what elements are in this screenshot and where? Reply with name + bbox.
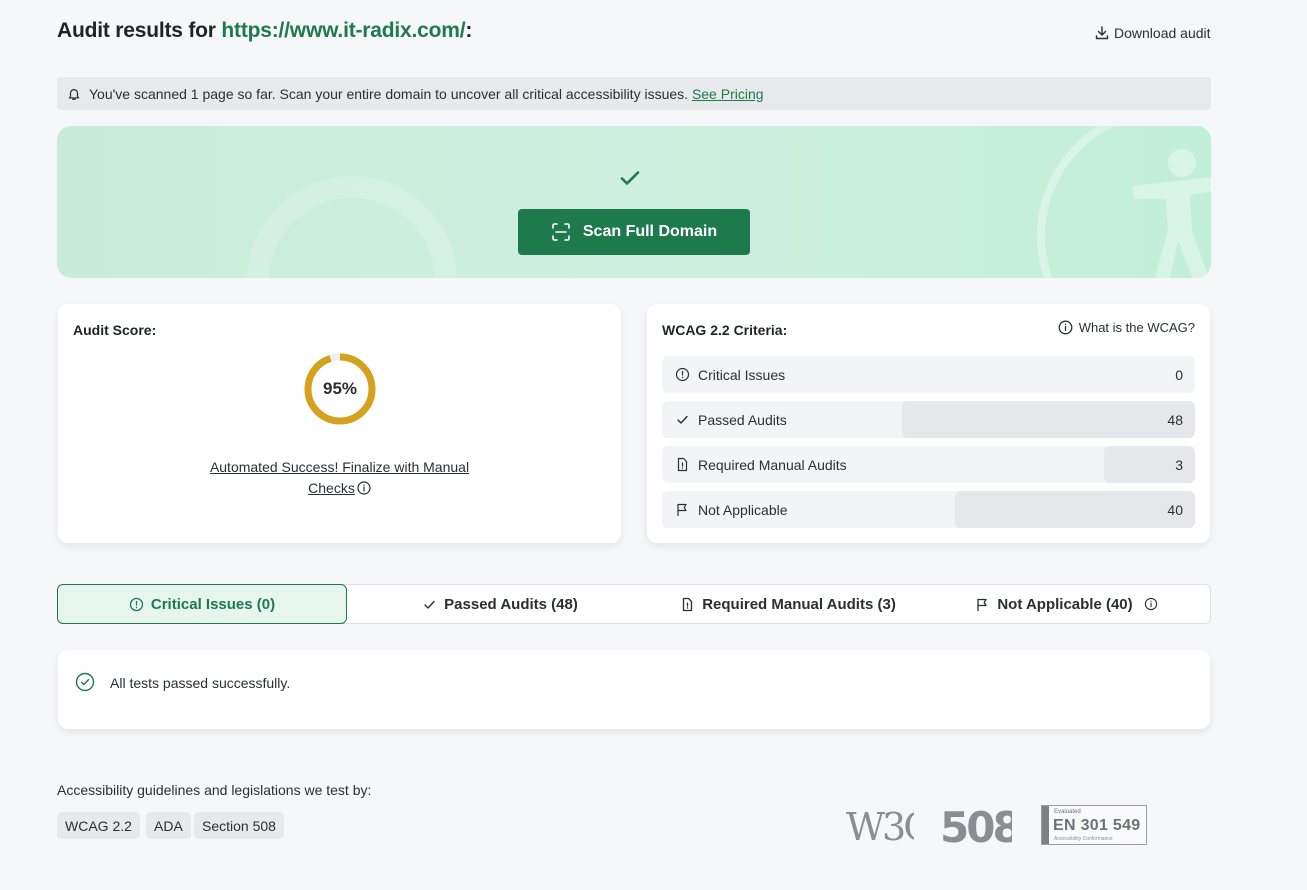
criteria-row-critical-issues: Critical Issues 0 bbox=[662, 356, 1195, 393]
logo-big-text: EN 301 549 bbox=[1053, 817, 1141, 834]
w3c-logo-text: W3C bbox=[846, 806, 914, 846]
guidelines-label: Accessibility guidelines and legislation… bbox=[57, 782, 372, 798]
results-panel: All tests passed successfully. bbox=[58, 650, 1210, 729]
download-audit-button[interactable]: Download audit bbox=[1094, 25, 1211, 41]
check-icon bbox=[620, 171, 640, 185]
what-is-wcag-link[interactable]: What is the WCAG? bbox=[1058, 320, 1195, 335]
info-icon bbox=[1058, 320, 1073, 335]
criteria-label: Passed Audits bbox=[698, 411, 787, 428]
wcag-criteria-label: WCAG 2.2 Criteria: bbox=[662, 322, 788, 338]
manual-checks-label: Automated Success! Finalize with Manual … bbox=[209, 459, 470, 496]
criteria-count: 3 bbox=[1175, 456, 1183, 473]
audited-url[interactable]: https://www.it-radix.com/ bbox=[221, 19, 465, 42]
scan-notice-banner: You've scanned 1 page so far. Scan your … bbox=[57, 77, 1211, 110]
tab-label: Passed Audits (48) bbox=[444, 595, 578, 613]
manual-checks-link[interactable]: Automated Success! Finalize with Manual … bbox=[198, 457, 481, 499]
flag-icon bbox=[977, 598, 987, 611]
logo-small-text: Evaluated bbox=[1054, 809, 1081, 815]
document-icon bbox=[683, 597, 693, 611]
criteria-count: 40 bbox=[1167, 501, 1183, 518]
see-pricing-link[interactable]: See Pricing bbox=[692, 86, 764, 102]
criteria-label: Not Applicable bbox=[698, 501, 788, 518]
bell-icon bbox=[68, 88, 80, 100]
scan-full-domain-label: Scan Full Domain bbox=[582, 223, 718, 240]
logo-tiny-text: Accessibility Conformance bbox=[1054, 836, 1113, 842]
what-is-wcag-label: What is the WCAG? bbox=[1078, 320, 1195, 335]
document-icon bbox=[677, 457, 688, 472]
section-508-logo: 508 bbox=[940, 804, 1012, 848]
check-icon bbox=[424, 600, 435, 609]
chip-wcag: WCAG 2.2 bbox=[57, 812, 140, 839]
criteria-bar bbox=[901, 401, 1195, 438]
scan-icon bbox=[552, 223, 570, 241]
criteria-label: Critical Issues bbox=[698, 366, 786, 383]
title-prefix: Audit results for bbox=[57, 19, 222, 42]
section-508-logo-text: 508 bbox=[940, 804, 1012, 848]
exclamation-circle-icon bbox=[129, 597, 144, 611]
tab-label: Critical Issues (0) bbox=[150, 595, 276, 613]
exclamation-circle-icon bbox=[675, 367, 690, 382]
results-message: All tests passed successfully. bbox=[110, 675, 291, 691]
wcag-criteria-card: WCAG 2.2 Criteria: What is the WCAG? Cri… bbox=[647, 304, 1210, 543]
criteria-label: Required Manual Audits bbox=[698, 456, 847, 473]
tab-required-manual-audits[interactable]: Required Manual Audits (3) bbox=[653, 585, 923, 623]
flag-icon bbox=[677, 503, 687, 516]
tab-passed-audits[interactable]: Passed Audits (48) bbox=[347, 585, 653, 623]
criteria-row-not-applicable: Not Applicable 40 bbox=[662, 491, 1195, 528]
tab-label: Not Applicable (40) bbox=[997, 595, 1133, 613]
criteria-count: 48 bbox=[1167, 411, 1183, 428]
download-audit-label: Download audit bbox=[1114, 25, 1211, 41]
logo-bar bbox=[1042, 806, 1049, 844]
criteria-bar bbox=[955, 491, 1195, 528]
audit-score-card: Audit Score: 95% Automated Success! Fina… bbox=[58, 304, 621, 543]
check-circle-icon bbox=[75, 672, 95, 692]
chip-ada: ADA bbox=[146, 812, 191, 839]
tab-not-applicable[interactable]: Not Applicable (40) bbox=[923, 585, 1210, 623]
decorative-ring bbox=[247, 176, 457, 278]
score-value: 95% bbox=[322, 379, 358, 398]
info-icon[interactable] bbox=[357, 481, 371, 495]
audit-tabs: Critical Issues (0) Passed Audits (48) R… bbox=[57, 584, 1211, 624]
check-icon bbox=[677, 415, 688, 424]
en-301-549-logo: Evaluated EN 301 549 Accessibility Confo… bbox=[1041, 805, 1147, 845]
criteria-row-passed-audits: Passed Audits 48 bbox=[662, 401, 1195, 438]
criteria-count: 0 bbox=[1175, 366, 1183, 383]
info-icon[interactable] bbox=[1144, 597, 1158, 611]
criteria-row-required-manual-audits: Required Manual Audits 3 bbox=[662, 446, 1195, 483]
chip-section-508: Section 508 bbox=[194, 812, 284, 839]
title-suffix: : bbox=[465, 19, 473, 42]
tab-label: Required Manual Audits (3) bbox=[702, 595, 896, 613]
download-icon bbox=[1095, 26, 1109, 40]
scan-domain-hero: Scan Full Domain bbox=[57, 126, 1211, 278]
notice-text: You've scanned 1 page so far. Scan your … bbox=[89, 85, 689, 102]
tab-critical-issues[interactable]: Critical Issues (0) bbox=[57, 584, 347, 624]
accessibility-figure-icon bbox=[1132, 149, 1211, 278]
page-title: Audit results for https://www.it-radix.c… bbox=[57, 19, 472, 43]
w3c-logo: W3C bbox=[846, 806, 914, 846]
scan-full-domain-button[interactable]: Scan Full Domain bbox=[518, 209, 750, 255]
audit-score-label: Audit Score: bbox=[73, 322, 157, 338]
